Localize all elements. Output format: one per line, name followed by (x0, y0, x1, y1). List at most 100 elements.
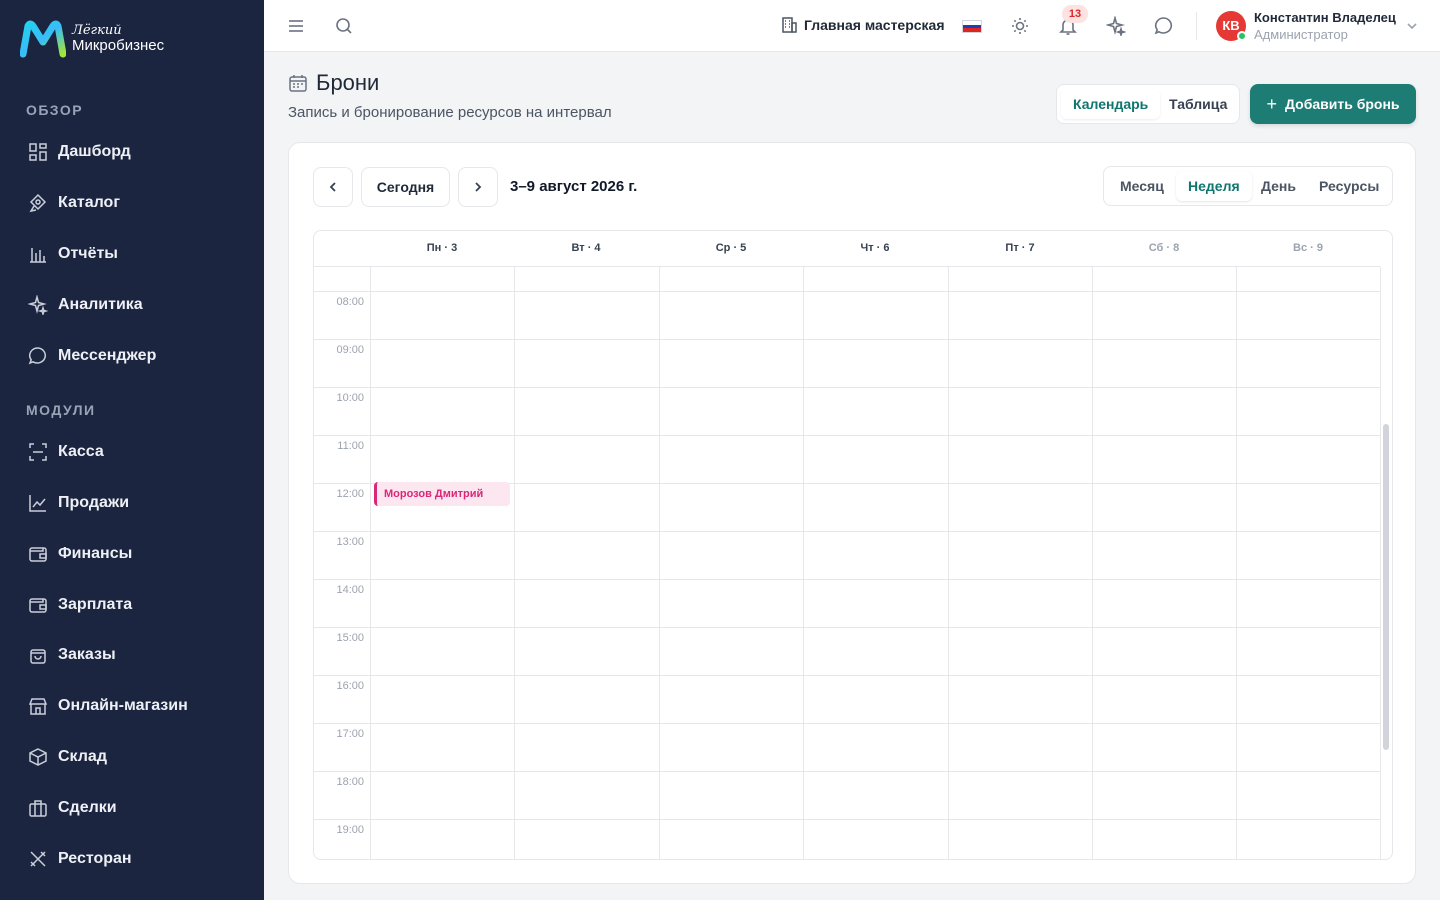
grid-row-line (314, 771, 1380, 772)
mode-resources-button[interactable]: Ресурсы (1319, 171, 1379, 201)
booking-event[interactable]: Морозов Дмитрий (374, 482, 510, 506)
box-icon (29, 748, 47, 766)
time-label: 12:00 (336, 488, 364, 500)
sidebar-item-label: Продажи (58, 494, 130, 511)
chevron-right-icon (475, 182, 482, 192)
workshop-name: Главная мастерская (804, 17, 945, 33)
day-header-sun: Вс · 9 (1293, 242, 1323, 254)
chart-line-icon (29, 495, 46, 512)
sidebar-item-restaurant[interactable]: Ресторан (28, 847, 132, 871)
logo-m-icon (20, 20, 66, 58)
calendar-header: Пн · 3 Вт · 4 Ср · 5 Чт · 6 Пт · 7 Сб · … (314, 231, 1380, 267)
sidebar-item-warehouse[interactable]: Склад (28, 745, 107, 769)
date-range-label: 3–9 август 2026 г. (510, 178, 638, 195)
day-header-sat: Сб · 8 (1148, 242, 1180, 254)
add-booking-label: Добавить бронь (1285, 96, 1400, 112)
day-header-mon: Пн · 3 (426, 242, 458, 254)
sidebar-item-label: Заказы (58, 646, 116, 663)
grid-row-line (314, 579, 1380, 580)
time-label: 19:00 (336, 824, 364, 836)
utensils-icon (30, 851, 46, 867)
user-role: Администратор (1254, 27, 1348, 42)
bag-icon (30, 649, 46, 664)
brand-logo[interactable]: Лёгкий Микробизнес (20, 20, 164, 58)
time-label: 11:00 (337, 440, 364, 452)
add-booking-button[interactable]: + Добавить бронь (1250, 84, 1416, 124)
sidebar-item-label: Дашборд (58, 143, 131, 160)
sidebar-item-salary[interactable]: Зарплата (28, 593, 132, 617)
reports-icon (30, 248, 46, 263)
notifications-badge: 13 (1062, 5, 1088, 23)
grid-row-line (314, 675, 1380, 676)
wallet-icon (29, 547, 47, 562)
sidebar-item-label: Онлайн-магазин (58, 697, 188, 714)
sidebar-item-label: Сделки (58, 799, 117, 816)
sidebar-item-sales[interactable]: Продажи (28, 491, 129, 515)
mode-month-button[interactable]: Месяц (1120, 171, 1164, 201)
chat-icon[interactable] (1154, 16, 1174, 36)
mode-day-button[interactable]: День (1261, 171, 1296, 201)
language-flag-ru[interactable] (962, 20, 982, 33)
grid-row-line (314, 435, 1380, 436)
day-header-fri: Пт · 7 (1005, 242, 1035, 254)
sidebar-item-messenger[interactable]: Мессенджер (28, 344, 156, 368)
user-name[interactable]: Константин Владелец (1254, 10, 1396, 25)
topbar-divider (1196, 12, 1197, 40)
sidebar-item-deals[interactable]: Сделки (28, 796, 117, 820)
time-label: 10:00 (336, 392, 364, 404)
workshop-selector[interactable]: Главная мастерская (780, 16, 945, 34)
briefcase-icon (29, 800, 47, 817)
time-label: 08:00 (336, 296, 364, 308)
page-title: Брони (316, 70, 380, 95)
wallet-icon (29, 598, 47, 613)
theme-sun-icon[interactable] (1010, 16, 1030, 36)
grid-row-line (314, 291, 1380, 292)
sidebar-item-label: Финансы (58, 545, 133, 562)
next-week-button[interactable] (458, 167, 498, 207)
sidebar-item-finance[interactable]: Финансы (28, 542, 132, 566)
topbar: Главная мастерская 13 КВ Константин Влад… (264, 0, 1440, 52)
grid-row-line (314, 531, 1380, 532)
time-label: 16:00 (336, 680, 364, 692)
sidebar-item-online-store[interactable]: Онлайн-магазин (28, 694, 188, 718)
today-button[interactable]: Сегодня (361, 167, 450, 207)
chevron-down-icon[interactable] (1404, 18, 1420, 34)
prev-week-button[interactable] (313, 167, 353, 207)
grid-row-line (314, 387, 1380, 388)
day-header-thu: Чт · 6 (860, 242, 890, 254)
time-label: 15:00 (336, 632, 364, 644)
sidebar-item-dashboard[interactable]: Дашборд (28, 140, 131, 164)
section-title-modules: МОДУЛИ (26, 402, 96, 418)
mode-week-button[interactable]: Неделя (1176, 171, 1252, 201)
sidebar-item-label: Касса (58, 443, 104, 460)
building-icon (782, 17, 797, 33)
sidebar-item-orders[interactable]: Заказы (28, 643, 116, 667)
calendar-icon (289, 75, 307, 92)
sidebar-item-cashbox[interactable]: Касса (28, 440, 104, 464)
calendar-card: Сегодня 3–9 август 2026 г. Месяц Неделя … (288, 142, 1416, 884)
week-calendar-grid[interactable]: Пн · 3 Вт · 4 Ср · 5 Чт · 6 Пт · 7 Сб · … (313, 230, 1393, 860)
view-calendar-button[interactable]: Календарь (1061, 89, 1161, 119)
catalog-icon (29, 193, 47, 213)
sidebar-item-analytics[interactable]: Аналитика (28, 293, 143, 317)
view-table-button[interactable]: Таблица (1157, 89, 1239, 119)
dashboard-icon (29, 143, 47, 161)
sidebar-item-label: Склад (58, 748, 107, 765)
page-subtitle: Запись и бронирование ресурсов на интерв… (288, 104, 612, 121)
sidebar-item-catalog[interactable]: Каталог (28, 191, 120, 215)
brand-line2: Микробизнес (72, 36, 165, 54)
menu-icon[interactable] (286, 16, 306, 36)
sidebar-item-label: Мессенджер (58, 347, 157, 364)
calendar-scrollbar[interactable] (1383, 424, 1389, 750)
time-label: 09:00 (336, 344, 364, 356)
view-toggle: Календарь Таблица (1056, 84, 1240, 124)
chevron-left-icon (329, 182, 336, 192)
sidebar-item-reports[interactable]: Отчёты (28, 242, 118, 266)
online-status-dot (1237, 31, 1247, 41)
plus-icon: + (1266, 93, 1277, 114)
calendar-mode-switch: Месяц Неделя День Ресурсы (1103, 166, 1393, 206)
search-icon[interactable] (334, 16, 354, 36)
page-title-wrap: Брони (288, 70, 379, 96)
sparkle-icon (28, 295, 48, 315)
sparkle-icon[interactable] (1106, 16, 1126, 36)
